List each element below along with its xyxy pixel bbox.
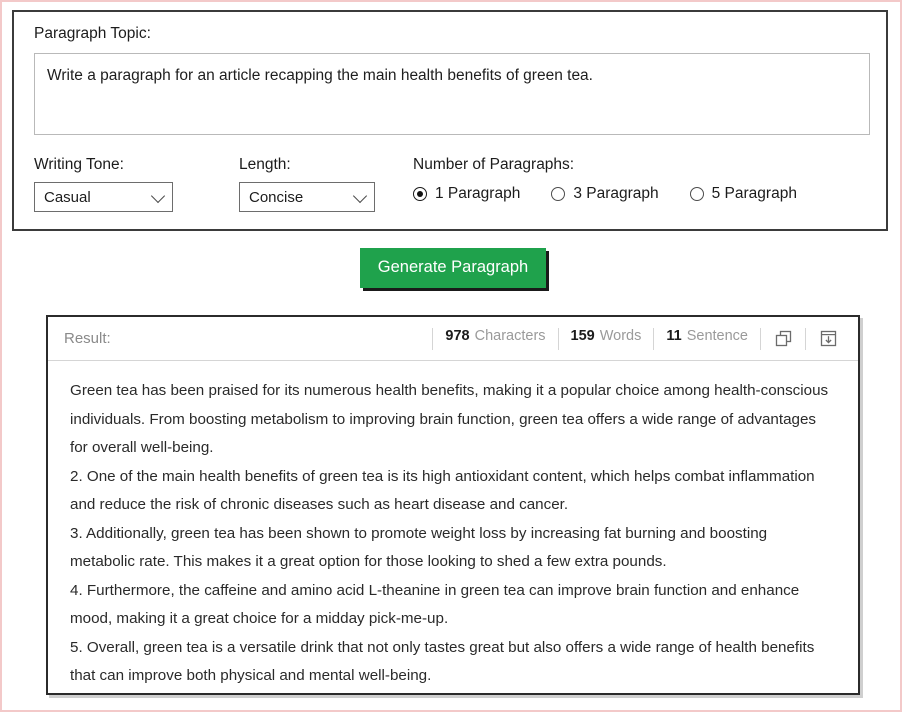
result-card: Result: 978 Characters 159 Words 11 Sent… [46, 315, 860, 695]
sentence-label: Sentence [686, 327, 748, 344]
result-paragraph: 4. Furthermore, the caffeine and amino a… [70, 581, 800, 628]
sentence-count: 11 [666, 327, 682, 344]
number-of-paragraphs-label: Number of Paragraphs: [413, 156, 575, 173]
generate-paragraph-button[interactable]: Generate Paragraph [359, 248, 547, 288]
download-icon [819, 329, 838, 348]
radio-3-paragraph-label: 3 Paragraph [573, 185, 659, 202]
length-value: Concise [249, 188, 304, 206]
copy-icon [774, 329, 793, 348]
result-paragraph: Green tea has been praised for its numer… [70, 382, 829, 456]
topic-input[interactable] [34, 53, 870, 135]
length-label: Length: [239, 156, 291, 173]
writing-tone-group: Writing Tone: Casual [34, 155, 206, 212]
app-page: Paragraph Topic: Writing Tone: Casual Le… [0, 0, 902, 712]
length-select[interactable]: Concise [239, 182, 375, 212]
writing-tone-value: Casual [44, 188, 91, 206]
chevron-down-icon [352, 188, 368, 204]
copy-button[interactable] [760, 327, 805, 350]
radio-5-paragraph-label: 5 Paragraph [711, 185, 797, 202]
result-text[interactable]: Green tea has been praised for its numer… [48, 361, 858, 691]
words-stat: 159 Words [557, 327, 654, 350]
radio-3-paragraph[interactable]: 3 Paragraph [551, 185, 659, 203]
radio-selected-icon [413, 187, 427, 201]
radio-unselected-icon [551, 187, 566, 201]
chevron-down-icon [150, 188, 166, 204]
radio-1-paragraph-label: 1 Paragraph [435, 185, 521, 202]
result-paragraph: 5. Overall, green tea is a versatile dri… [70, 638, 815, 685]
topic-label: Paragraph Topic: [34, 25, 151, 42]
radio-unselected-icon [689, 187, 704, 201]
result-paragraph: 3. Additionally, green tea has been show… [70, 524, 768, 571]
result-toolbar: Result: 978 Characters 159 Words 11 Sent… [48, 317, 858, 361]
number-of-paragraphs-group: Number of Paragraphs: 1 Paragraph 3 Para… [413, 155, 797, 203]
characters-count: 978 [445, 327, 470, 344]
length-group: Length: Concise [239, 155, 375, 212]
radio-1-paragraph[interactable]: 1 Paragraph [413, 185, 520, 203]
paragraph-count-radio-group: 1 Paragraph 3 Paragraph 5 Paragraph [413, 185, 797, 203]
result-paragraph: 2. One of the main health benefits of gr… [70, 467, 815, 514]
characters-label: Characters [474, 327, 546, 344]
words-label: Words [599, 327, 642, 344]
radio-5-paragraph[interactable]: 5 Paragraph [689, 185, 797, 203]
writing-tone-select[interactable]: Casual [34, 182, 173, 212]
characters-stat: 978 Characters [432, 327, 557, 350]
generate-button-row: Generate Paragraph [2, 248, 902, 288]
download-button[interactable] [805, 327, 850, 350]
input-panel: Paragraph Topic: Writing Tone: Casual Le… [12, 10, 888, 231]
words-count: 159 [570, 327, 595, 344]
result-label: Result: [64, 330, 111, 347]
writing-tone-label: Writing Tone: [34, 156, 124, 173]
controls-row: Writing Tone: Casual Length: Concise Num… [34, 155, 866, 212]
sentence-stat: 11 Sentence [653, 327, 760, 350]
